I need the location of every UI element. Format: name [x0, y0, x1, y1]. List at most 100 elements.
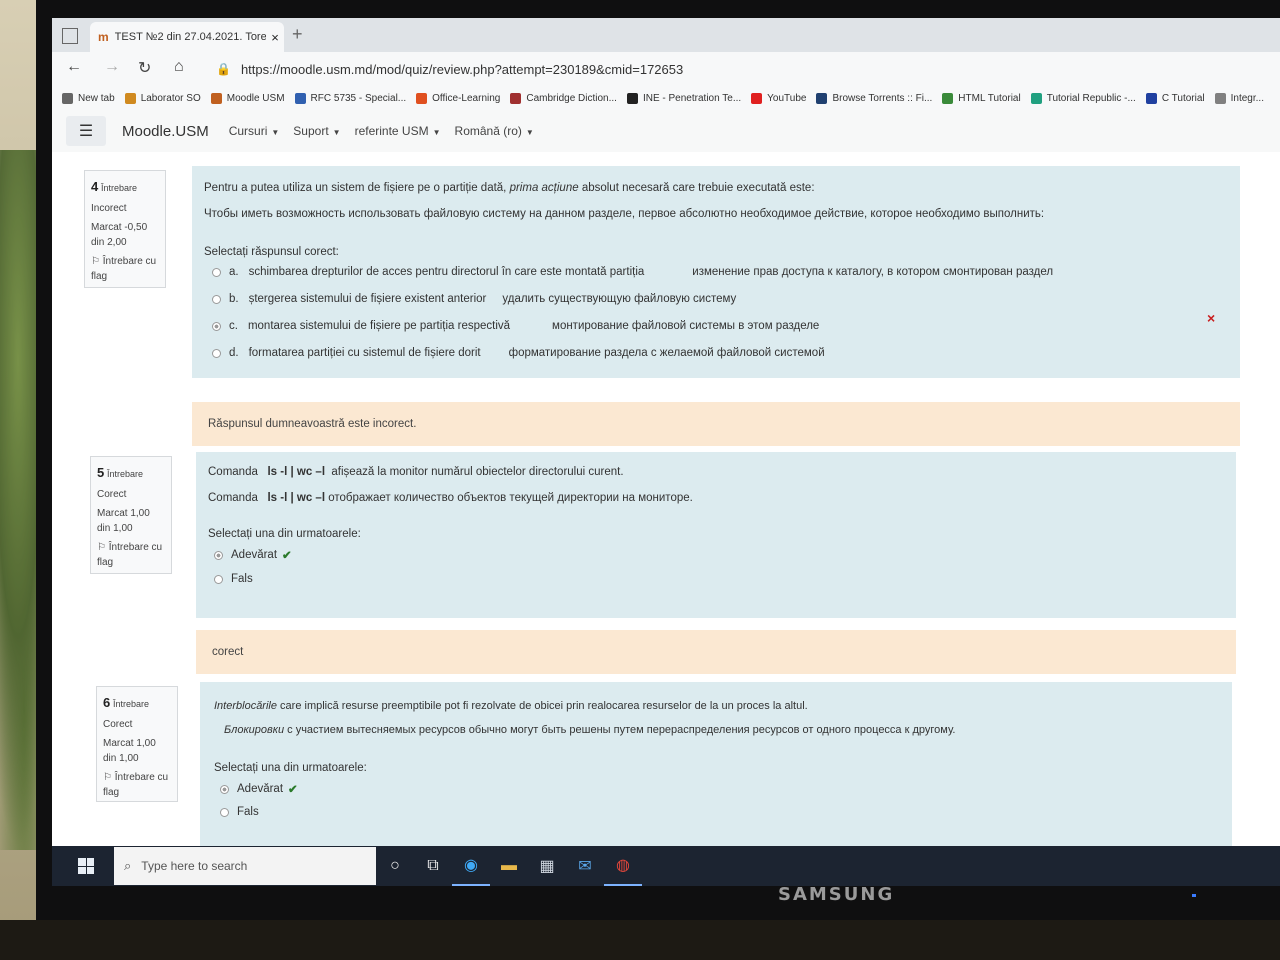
- file-explorer-icon[interactable]: ▬: [490, 846, 528, 886]
- bookmark-item[interactable]: YouTube: [751, 92, 807, 104]
- nav-item-referinte[interactable]: referinte USM ▼: [355, 124, 441, 138]
- radio-true-selected[interactable]: [214, 550, 223, 560]
- question-info-6: 6 Întrebare Corect Marcat 1,00 din 1,00 …: [96, 686, 178, 802]
- question-grade: Marcat -0,50 din 2,00: [91, 221, 148, 248]
- answer-option-b[interactable]: b. ștergerea sistemului de fișiere exist…: [212, 293, 736, 305]
- nav-label: referinte USM: [354, 124, 429, 138]
- taskbar-search-box[interactable]: ⌕ Type here to search: [114, 847, 376, 885]
- back-icon[interactable]: ←: [66, 58, 82, 76]
- radio-true-selected[interactable]: [220, 784, 229, 794]
- forward-icon[interactable]: →: [104, 58, 120, 76]
- correct-check-icon: ✔: [288, 784, 298, 796]
- incorrect-mark-icon: ×: [1207, 310, 1216, 326]
- bookmark-item[interactable]: Office-Learning: [416, 92, 500, 104]
- bookmark-favicon-icon: [1030, 92, 1042, 104]
- bookmark-favicon-icon: [124, 92, 136, 104]
- flag-label: Întrebare cu flag: [91, 255, 157, 282]
- bookmark-label: Browse Torrents :: Fi...: [832, 92, 933, 104]
- bookmark-item[interactable]: Cambridge Diction...: [510, 92, 617, 104]
- bookmark-item[interactable]: INE - Penetration Te...: [626, 92, 741, 104]
- flag-label: Întrebare cu flag: [103, 771, 169, 798]
- tab-close-icon[interactable]: ×: [266, 30, 284, 45]
- text-part: care implică resurse preemptibile pot fi…: [276, 700, 808, 712]
- caret-down-icon: ▼: [271, 128, 280, 137]
- radio-false[interactable]: [220, 807, 229, 817]
- answer-option-true[interactable]: Adevărat ✔: [214, 548, 292, 562]
- question-box-6: Interblocările care implică resurse pree…: [200, 682, 1232, 846]
- option-letter: b.: [229, 293, 239, 305]
- edge-browser-icon[interactable]: ◉: [452, 846, 490, 886]
- bookmark-label: Integr...: [1230, 92, 1264, 104]
- url-field[interactable]: 🔒 https://moodle.usm.md/mod/quiz/review.…: [216, 56, 1280, 82]
- question-text-ru: Comanda ls -l | wc –l отображает количес…: [208, 492, 693, 504]
- browser-tab[interactable]: m TEST №2 din 27.04.2021. Torent... ×: [90, 22, 284, 52]
- radio-c-selected[interactable]: [212, 321, 221, 331]
- command-text: ls -l | wc –l: [267, 466, 326, 478]
- search-icon: ⌕: [124, 858, 132, 873]
- answer-option-false[interactable]: Fals: [214, 573, 253, 585]
- answer-option-c[interactable]: c. montarea sistemului de fișiere pe par…: [212, 320, 819, 332]
- bookmark-item[interactable]: RFC 5735 - Special...: [294, 92, 406, 104]
- correct-check-icon: ✔: [282, 550, 292, 562]
- radio-false[interactable]: [214, 574, 223, 584]
- bookmark-label: YouTube: [767, 92, 807, 104]
- bookmark-item[interactable]: HTML Tutorial: [942, 92, 1021, 104]
- question-box-5: Comanda ls -l | wc –l afișează la monito…: [196, 452, 1236, 618]
- nav-item-suport[interactable]: Suport ▼: [293, 124, 340, 138]
- power-led: [1192, 894, 1196, 897]
- windows-start-icon[interactable]: [78, 858, 94, 874]
- option-text: Fals: [231, 573, 253, 585]
- bookmark-item[interactable]: Moodle USM: [210, 92, 285, 104]
- reload-icon[interactable]: ↻: [138, 58, 151, 78]
- option-text-ru: монтирование файловой системы в этом раз…: [552, 320, 820, 332]
- flag-question-link[interactable]: ⚐ Întrebare cu flag: [91, 254, 159, 284]
- question-text-ru: Блокировки с участием вытесняемых ресурс…: [224, 724, 955, 736]
- menu-icon[interactable]: ☰: [66, 116, 106, 146]
- flag-icon: ⚐: [97, 541, 106, 553]
- tab-actions-icon[interactable]: [62, 28, 78, 44]
- option-text: Adevărat: [237, 783, 284, 795]
- option-text: Fals: [237, 806, 259, 818]
- question-number: 5: [97, 465, 105, 480]
- text-part: Pentru a putea utiliza un sistem de fiși…: [204, 182, 510, 194]
- flag-question-link[interactable]: ⚐ Întrebare cu flag: [97, 540, 165, 570]
- bookmark-favicon-icon: [626, 92, 638, 104]
- site-brand[interactable]: Moodle.USM: [122, 123, 209, 140]
- bookmark-item[interactable]: Integr...: [1214, 92, 1264, 104]
- text-part: afișează la monitor numărul obiectelor d…: [331, 466, 624, 478]
- option-text-ru: удалить существующую файловую систему: [502, 293, 737, 305]
- bookmark-favicon-icon: [1214, 92, 1226, 104]
- moodle-navbar: ☰ Moodle.USM Cursuri ▼ Suport ▼ referinte …: [52, 110, 1280, 153]
- text-part: Comanda: [208, 466, 258, 478]
- answer-option-d[interactable]: d. formatarea partiției cu sistemul de f…: [212, 347, 825, 359]
- bookmark-item[interactable]: New tab: [62, 92, 115, 104]
- new-tab-icon[interactable]: +: [292, 24, 303, 45]
- answer-option-false[interactable]: Fals: [220, 806, 259, 818]
- url-text: https://moodle.usm.md/mod/quiz/review.ph…: [240, 61, 684, 77]
- bookmark-item[interactable]: C Tutorial: [1145, 92, 1205, 104]
- cortana-icon[interactable]: ○: [376, 846, 414, 886]
- question-text-ro: Comanda ls -l | wc –l afișează la monito…: [208, 466, 624, 478]
- app-red-icon[interactable]: ◍: [604, 846, 642, 886]
- nav-item-language[interactable]: Română (ro) ▼: [455, 124, 534, 138]
- radio-b[interactable]: [212, 294, 221, 304]
- question-grade: Marcat 1,00 din 1,00: [97, 507, 150, 534]
- answer-option-true[interactable]: Adevărat ✔: [220, 782, 298, 796]
- bookmark-item[interactable]: Laborator SO: [124, 92, 201, 104]
- task-view-icon[interactable]: ⧉: [414, 846, 452, 886]
- question-label: Întrebare: [107, 469, 144, 479]
- question-text-ru: Чтобы иметь возможность использовать фай…: [204, 208, 1045, 220]
- nav-item-cursuri[interactable]: Cursuri ▼: [229, 124, 280, 138]
- answer-option-a[interactable]: a. schimbarea drepturilor de acces pentr…: [212, 266, 1053, 278]
- radio-d[interactable]: [212, 348, 221, 358]
- bookmark-item[interactable]: Tutorial Republic -...: [1030, 92, 1136, 104]
- bookmark-label: C Tutorial: [1161, 92, 1205, 104]
- option-letter: a.: [229, 266, 239, 278]
- store-icon[interactable]: ▦: [528, 846, 566, 886]
- text-emphasis: Interblocările: [214, 700, 277, 712]
- flag-question-link[interactable]: ⚐ Întrebare cu flag: [103, 770, 171, 800]
- home-icon[interactable]: ⌂: [174, 58, 184, 76]
- mail-icon[interactable]: ✉: [566, 846, 604, 886]
- radio-a[interactable]: [212, 267, 221, 277]
- bookmark-item[interactable]: Browse Torrents :: Fi...: [816, 92, 933, 104]
